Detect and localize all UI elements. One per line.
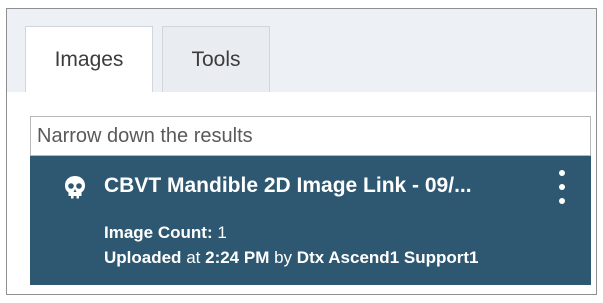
- tab-bar: Images Tools: [7, 9, 596, 93]
- image-count-value: 1: [217, 223, 227, 242]
- uploaded-label: Uploaded: [104, 248, 182, 267]
- image-result-card[interactable]: CBVT Mandible 2D Image Link - 09/... Ima…: [30, 156, 591, 285]
- images-panel-frame: Images Tools CBVT Mandible 2D Image Link…: [6, 8, 597, 295]
- tab-images[interactable]: Images: [25, 26, 153, 93]
- upload-info-line: Uploaded at 2:24 PM by Dtx Ascend1 Suppo…: [104, 248, 478, 268]
- tab-tools[interactable]: Tools: [162, 26, 270, 92]
- uploaded-by-word: by: [274, 248, 293, 267]
- uploaded-at-word: at: [186, 248, 201, 267]
- tab-content-panel: CBVT Mandible 2D Image Link - 09/... Ima…: [7, 92, 596, 294]
- image-count-label: Image Count:: [104, 223, 213, 242]
- image-count-line: Image Count: 1: [104, 223, 227, 243]
- uploaded-by-user: Dtx Ascend1 Support1: [296, 248, 479, 267]
- skull-icon: [65, 176, 85, 199]
- result-title: CBVT Mandible 2D Image Link - 09/...: [104, 174, 472, 197]
- uploaded-time: 2:24 PM: [205, 248, 270, 267]
- search-input[interactable]: [30, 116, 591, 156]
- kebab-menu-icon[interactable]: [555, 170, 569, 204]
